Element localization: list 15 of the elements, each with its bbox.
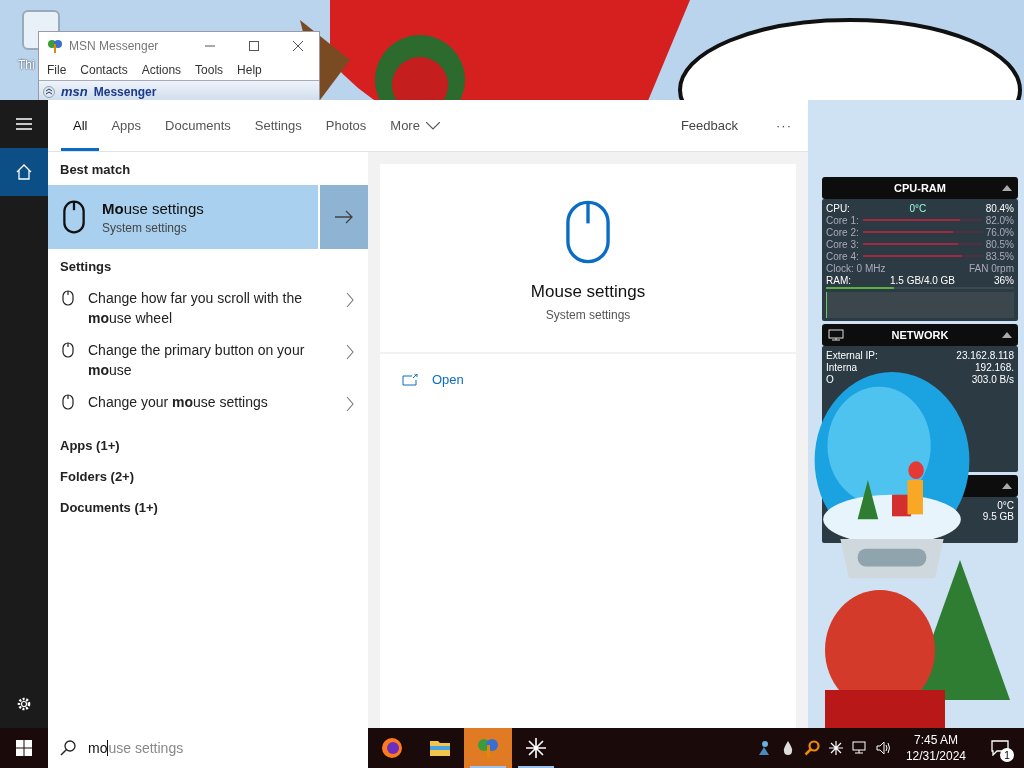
volume-icon[interactable] — [875, 740, 892, 756]
windows-icon — [16, 740, 32, 756]
search-suggestion: use settings — [108, 740, 184, 756]
network-icon[interactable] — [851, 740, 868, 756]
magnifier-icon[interactable] — [803, 740, 820, 756]
clock[interactable]: 7:45 AM 12/31/2024 — [899, 732, 972, 764]
butterfly-icon — [476, 736, 500, 760]
search-icon — [60, 740, 76, 756]
notifications-button[interactable]: 1 — [980, 728, 1020, 768]
search-text: mo — [88, 740, 108, 756]
firefox-icon — [380, 736, 404, 760]
asterisk-icon[interactable] — [827, 740, 844, 756]
taskbar-search-field[interactable]: mouse settings — [48, 728, 368, 768]
asterisk-icon — [524, 736, 548, 760]
notification-badge: 1 — [1000, 748, 1014, 762]
